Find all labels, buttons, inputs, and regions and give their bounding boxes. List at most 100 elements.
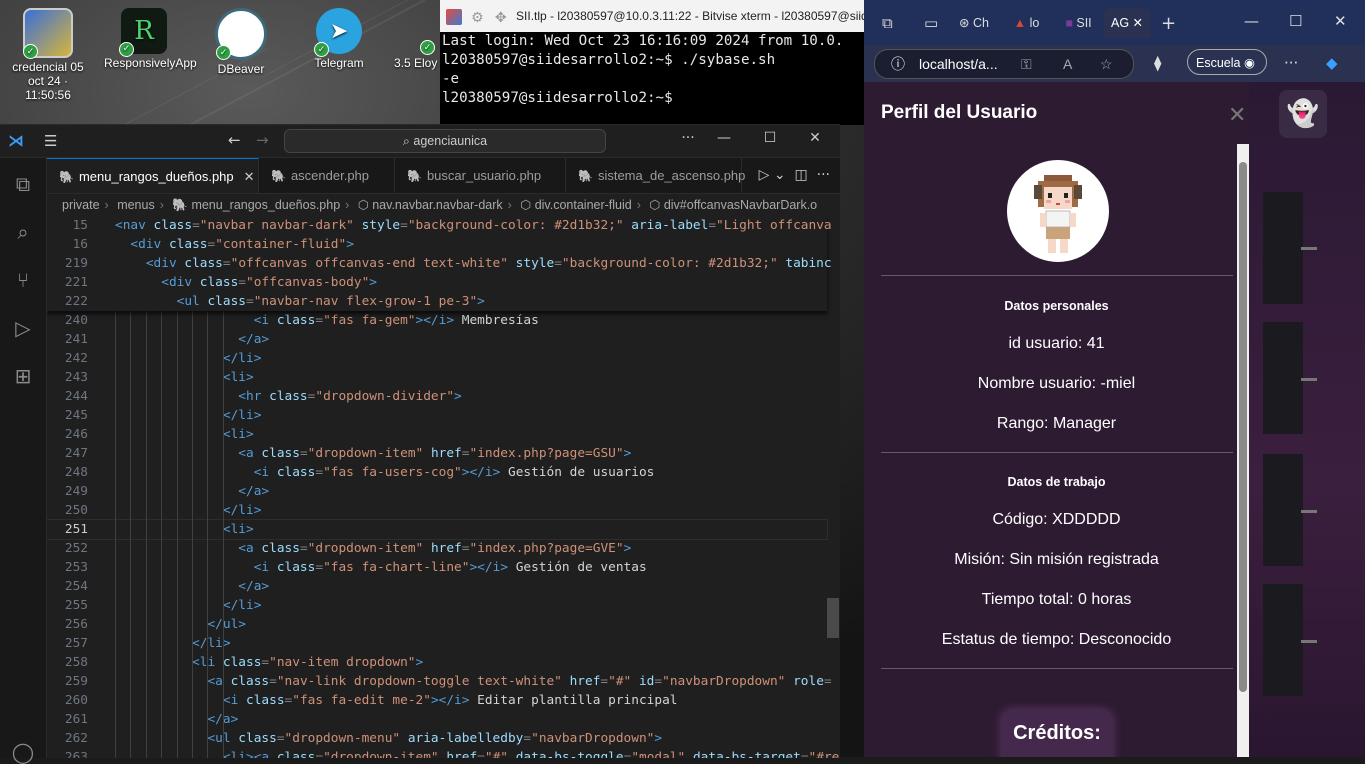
code-line[interactable]: 262 <ul class="dropdown-menu" aria-label…	[47, 729, 827, 748]
chevron-down-icon[interactable]: ⌄	[774, 167, 786, 183]
ghost-icon[interactable]: 👻	[1279, 90, 1327, 138]
code-line[interactable]: 254 </a>	[47, 577, 827, 596]
code-line[interactable]: 250 </li>	[47, 501, 827, 520]
source-control-icon[interactable]: ⑂	[11, 268, 35, 292]
code-line[interactable]: 245 </li>	[47, 406, 827, 425]
bitvise-icon	[446, 8, 462, 25]
desktop-icon-eloy[interactable]: ✓ 3.5 Eloy n	[388, 8, 440, 70]
code-line[interactable]: 259 <a class="nav-link dropdown-toggle t…	[47, 672, 832, 691]
code-editor[interactable]: 15 <nav class="navbar navbar-dark" style=…	[47, 216, 840, 758]
code-line[interactable]: 241 </a>	[47, 330, 827, 349]
more-icon[interactable]: ···	[1284, 54, 1298, 72]
browser-tab-active[interactable]: AG ✕	[1104, 8, 1150, 38]
split-editor-icon[interactable]: ◫	[795, 167, 808, 183]
forward-arrow-icon[interactable]: →	[256, 131, 269, 149]
code-line[interactable]: 252 <a class="dropdown-item" href="index…	[47, 539, 827, 558]
code-line[interactable]: 15 <nav class="navbar navbar-dark" style=…	[47, 216, 832, 235]
terminal-window[interactable]: ⚙ ✥ SII.tlp - l20380597@10.0.3.11:22 - B…	[440, 0, 870, 125]
code-line[interactable]: 219 <div class="offcanvas offcanvas-end …	[47, 254, 832, 273]
key-icon[interactable]: ⚿	[1021, 50, 1032, 78]
read-aloud-icon[interactable]: A	[1063, 50, 1072, 78]
more-actions-icon[interactable]: ···	[817, 167, 830, 183]
code-line[interactable]: 249 </a>	[47, 482, 827, 501]
more-icon[interactable]: ···	[678, 130, 698, 146]
tab-menu-rangos[interactable]: 🐘 menu_rangos_dueños.php ✕	[47, 158, 259, 193]
code-line[interactable]: 247 <a class="dropdown-item" href="index…	[47, 444, 827, 463]
id-usuario: id usuario: 41	[1008, 335, 1105, 352]
minimize-icon[interactable]: —	[1244, 12, 1259, 30]
close-tab-icon[interactable]: ✕	[244, 169, 255, 184]
code-line[interactable]: 261 </a>	[47, 710, 827, 729]
terminal-titlebar[interactable]: ⚙ ✥ SII.tlp - l20380597@10.0.3.11:22 - B…	[440, 0, 870, 32]
desktop-icon-telegram[interactable]: ➤ ✓ Telegram	[299, 8, 379, 70]
workspaces-icon[interactable]: ⧉	[882, 14, 893, 32]
breadcrumb-item[interactable]: menu_rangos_dueños.php	[191, 198, 340, 212]
code-line[interactable]: 251 <li>	[47, 519, 828, 540]
copilot-icon[interactable]: ◆	[1326, 54, 1338, 72]
new-tab-icon[interactable]: +	[1161, 13, 1176, 34]
breadcrumb-item[interactable]: div.container-fluid	[535, 198, 632, 212]
tab-buscar-usuario[interactable]: 🐘 buscar_usuario.php	[395, 158, 566, 193]
extensions-icon[interactable]: ⊞	[11, 364, 35, 388]
minimize-icon[interactable]: —	[714, 130, 734, 146]
desktop-icon-credencial[interactable]: ✓ credencial 05 oct 24 · 11:50:56	[8, 8, 88, 102]
desktop-icon-dbeaver[interactable]: ✓ DBeaver	[201, 8, 281, 76]
code-line[interactable]: 248 <i class="fas fa-users-cog"></i> Ges…	[47, 463, 827, 482]
line-number: 240	[64, 313, 88, 328]
code-line[interactable]: 244 <hr class="dropdown-divider">	[47, 387, 827, 406]
code-token: =	[554, 256, 562, 271]
tab-sistema-de-ascenso[interactable]: 🐘 sistema_de_ascenso.php	[566, 158, 745, 193]
close-icon[interactable]: ✕	[805, 130, 825, 146]
address-bar[interactable]: ⓘ localhost/a... ⚿ A ☆	[874, 49, 1134, 79]
run-debug-icon[interactable]: ▷	[11, 316, 35, 340]
breadcrumb-item[interactable]: div#offcanvasNavbarDark.o	[664, 198, 817, 212]
browser-tab[interactable]: ▲ lo	[1004, 8, 1049, 38]
sticky-scroll-header[interactable]: 15 <nav class="navbar navbar-dark" style=…	[47, 216, 832, 311]
gear-icon[interactable]: ⚙	[469, 9, 485, 25]
browser-tab[interactable]: ■ SII	[1056, 8, 1101, 38]
favorite-star-icon[interactable]: ☆	[1100, 50, 1113, 78]
close-tab-icon[interactable]: ✕	[1133, 16, 1143, 30]
code-line[interactable]: 255 </li>	[47, 596, 827, 615]
code-line[interactable]: 260 <i class="fas fa-edit me-2"></i> Edi…	[47, 691, 827, 710]
code-line[interactable]: 256 </ul>	[47, 615, 827, 634]
breadcrumb-item[interactable]: nav.navbar.navbar-dark	[372, 198, 502, 212]
hamburger-menu-icon[interactable]: ☰	[44, 133, 57, 149]
panel-scrollbar-thumb[interactable]	[1239, 162, 1247, 692]
account-icon[interactable]: ◯	[11, 740, 35, 764]
code-line[interactable]: 222 <ul class="navbar-nav flex-grow-1 pe…	[47, 292, 827, 311]
desktop-icon-responsivelyapp[interactable]: R ✓ ResponsivelyApp	[104, 8, 197, 70]
breadcrumb-item[interactable]: menus	[117, 198, 155, 212]
code-line[interactable]: 258 <li class="nav-item dropdown">	[47, 653, 827, 672]
code-line[interactable]: 240 <i class="fas fa-gem"></i> Membresía…	[47, 311, 827, 330]
line-number: 249	[64, 484, 88, 499]
extensions-icon[interactable]: ⧫	[1154, 54, 1161, 72]
profile-button[interactable]: Escuela ◉	[1187, 49, 1267, 75]
info-icon[interactable]: ⓘ	[891, 56, 905, 72]
breadcrumb-item[interactable]: private	[62, 198, 100, 212]
vscode-window[interactable]: ⋊ ☰ ← → ⌕ agenciaunica ··· — ☐ ✕ ⧉ ⌕ ⑂ ▷…	[0, 124, 840, 764]
maximize-icon[interactable]: ☐	[760, 130, 780, 146]
back-arrow-icon[interactable]: ←	[228, 131, 241, 149]
code-line[interactable]: 246 <li>	[47, 425, 827, 444]
code-line[interactable]: 242 </li>	[47, 349, 827, 368]
run-icon[interactable]: ▷	[759, 167, 770, 183]
tab-ascender[interactable]: 🐘 ascender.php	[259, 158, 395, 193]
code-line[interactable]: 221 <div class="offcanvas-body">	[47, 273, 827, 292]
code-line[interactable]: 16 <div class="container-fluid">	[47, 235, 827, 254]
editor-scrollbar[interactable]	[827, 598, 839, 638]
code-line[interactable]: 243 <li>	[47, 368, 827, 387]
code-line[interactable]: 257 </li>	[47, 634, 827, 653]
search-icon[interactable]: ⌕	[11, 220, 35, 244]
vscode-titlebar[interactable]: ⋊ ☰ ← → ⌕ agenciaunica ··· — ☐ ✕	[0, 125, 840, 158]
tab-actions-icon[interactable]: ▭	[924, 14, 938, 32]
maximize-icon[interactable]: ☐	[1289, 12, 1302, 30]
close-icon[interactable]: ✕	[1334, 12, 1347, 30]
explorer-icon[interactable]: ⧉	[11, 172, 35, 196]
code-line[interactable]: 253 <i class="fas fa-chart-line"></i> Ge…	[47, 558, 827, 577]
command-search-input[interactable]: ⌕ agenciaunica	[284, 129, 606, 153]
browser-window[interactable]: ⧉ ▭ ⊛ Ch ▲ lo ■ SII AG ✕ + — ☐ ✕ ⓘ localh…	[864, 0, 1365, 757]
move-icon[interactable]: ✥	[493, 9, 509, 25]
browser-tab[interactable]: ⊛ Ch	[954, 8, 994, 38]
close-icon[interactable]: ✕	[1228, 102, 1246, 128]
